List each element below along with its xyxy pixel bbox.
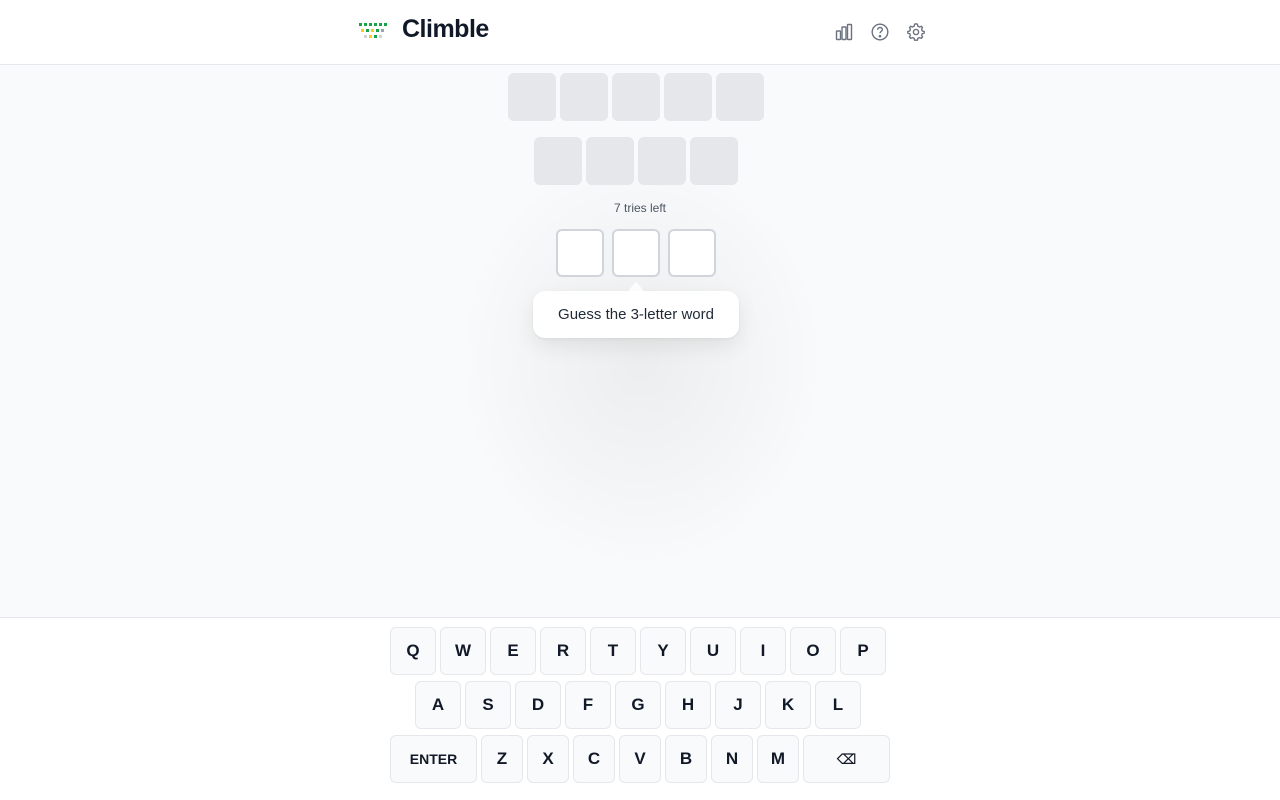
tile [508,73,556,121]
tries-left: 7 tries left [613,201,667,215]
tile [638,137,686,185]
key-v[interactable]: V [619,735,661,783]
key-a[interactable]: A [415,681,461,729]
app-title: Climble [402,15,489,43]
key-d[interactable]: D [515,681,561,729]
key-m[interactable]: M [757,735,799,783]
tile [716,73,764,121]
settings-icon[interactable] [906,22,926,42]
key-i[interactable]: I [740,627,786,675]
keyboard-row-2: A S D F G H J K L [415,681,861,729]
tile [664,73,712,121]
input-tile[interactable] [668,229,716,277]
key-c[interactable]: C [573,735,615,783]
key-o[interactable]: O [790,627,836,675]
key-x[interactable]: X [527,735,569,783]
keyboard-row-1: Q W E R T Y U I O P [390,627,886,675]
key-w[interactable]: W [440,627,486,675]
tile [586,137,634,185]
input-tile[interactable] [556,229,604,277]
hint-tooltip: Guess the 3-letter word [533,291,739,338]
game-board: 7 tries left Guess the 3-letter word [0,65,1280,617]
keyboard: Q W E R T Y U I O P A S D F G H J K L EN… [0,617,1280,800]
header: Climble [0,0,1280,65]
key-l[interactable]: L [815,681,861,729]
key-n[interactable]: N [711,735,753,783]
stats-icon[interactable] [834,22,854,42]
key-r[interactable]: R [540,627,586,675]
key-g[interactable]: G [615,681,661,729]
tile [534,137,582,185]
key-h[interactable]: H [665,681,711,729]
key-z[interactable]: Z [481,735,523,783]
keyboard-row-3: ENTER Z X C V B N M ⌫ [390,735,890,783]
climble-logo-icon [359,23,387,38]
key-p[interactable]: P [840,627,886,675]
key-t[interactable]: T [590,627,636,675]
guess-row-2 [534,137,738,185]
guess-row-1 [508,73,764,121]
key-j[interactable]: J [715,681,761,729]
tile [560,73,608,121]
tile [612,73,660,121]
help-icon[interactable] [870,22,890,42]
current-guess-row[interactable] [556,229,716,277]
key-b[interactable]: B [665,735,707,783]
key-e[interactable]: E [490,627,536,675]
input-tile[interactable] [612,229,660,277]
key-q[interactable]: Q [390,627,436,675]
enter-key[interactable]: ENTER [390,735,477,783]
backspace-key[interactable]: ⌫ [803,735,890,783]
key-y[interactable]: Y [640,627,686,675]
key-u[interactable]: U [690,627,736,675]
key-k[interactable]: K [765,681,811,729]
key-s[interactable]: S [465,681,511,729]
tile [690,137,738,185]
key-f[interactable]: F [565,681,611,729]
